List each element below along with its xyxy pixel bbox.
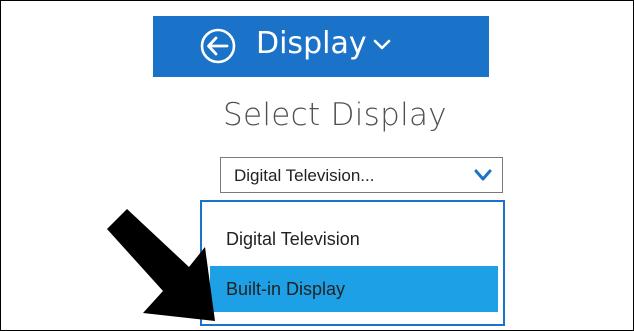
back-button[interactable]	[200, 28, 236, 64]
chevron-down-icon	[474, 169, 492, 181]
display-select[interactable]: Digital Television...	[220, 157, 503, 193]
screenshot-frame: Display Select Display Digital Televisio…	[0, 0, 634, 331]
select-current-value: Digital Television...	[234, 166, 375, 185]
option-digital-television[interactable]: Digital Television	[210, 216, 498, 262]
chevron-down-icon	[373, 39, 390, 49]
display-dropdown-list: Digital Television Built-in Display	[200, 200, 505, 326]
header-bar: Display	[153, 16, 489, 77]
header-title-text: Display	[256, 26, 367, 61]
display-menu-button[interactable]: Display	[256, 25, 391, 63]
back-arrow-circle-icon	[200, 28, 236, 64]
option-built-in-display[interactable]: Built-in Display	[210, 266, 498, 312]
pointer-arrow-icon	[107, 209, 215, 321]
page-title: Select Display	[223, 97, 447, 133]
